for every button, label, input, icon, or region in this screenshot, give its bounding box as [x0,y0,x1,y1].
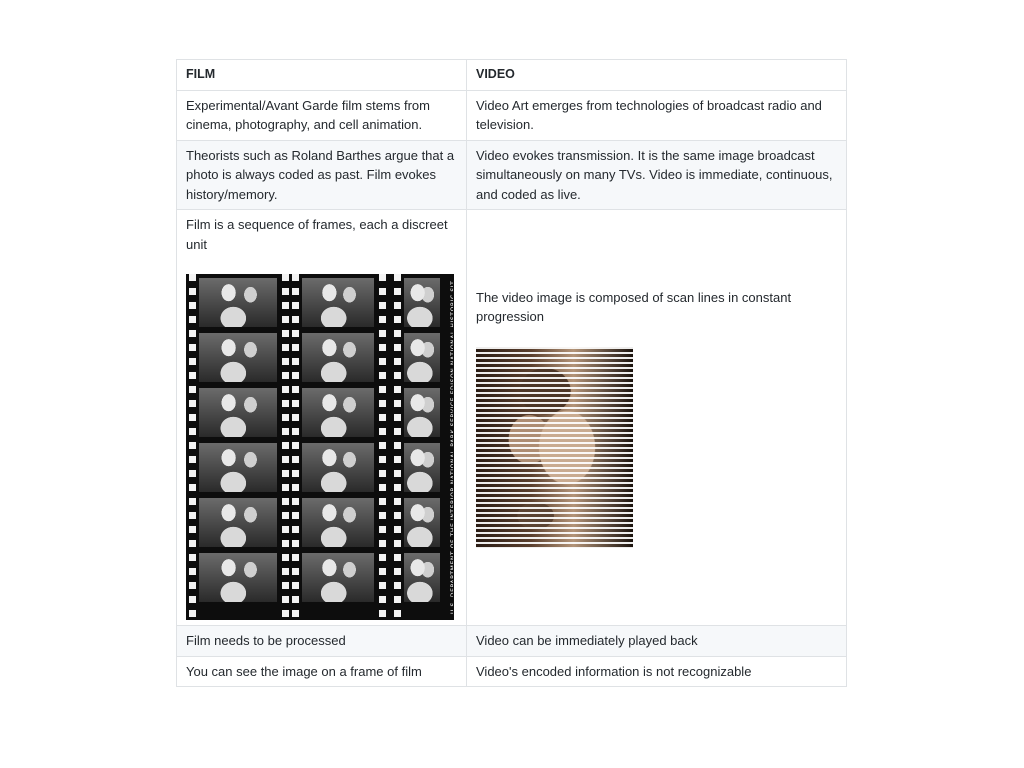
table-row: You can see the image on a frame of film… [176,655,847,687]
video-cell: Video can be immediately played back [466,625,847,657]
video-cell: Video's encoded information is not recog… [466,655,847,687]
table-header-row: FILM VIDEO [176,59,847,91]
table-row: Theorists such as Roland Barthes argue t… [176,139,847,210]
film-cell-text: Film is a sequence of frames, each a dis… [186,217,448,252]
film-perforations [379,274,386,620]
film-perforations [292,274,299,620]
table-row: Film needs to be processed Video can be … [176,625,847,657]
scan-line-portrait-image [476,346,633,548]
film-cell: Theorists such as Roland Barthes argue t… [176,139,467,210]
table-row: Experimental/Avant Garde film stems from… [176,89,847,141]
film-frames [199,278,277,616]
film-strip-image: U.S. DEPARTMENT OF THE INTERIOR NATIONAL… [186,274,454,620]
video-cell: Video Art emerges from technologies of b… [466,89,847,141]
film-frames [404,278,440,616]
film-perforations [189,274,196,620]
film-cell: Experimental/Avant Garde film stems from… [176,89,467,141]
film-video-comparison-table: FILM VIDEO Experimental/Avant Garde film… [176,59,847,687]
film-cell: Film is a sequence of frames, each a dis… [176,209,467,626]
video-cell: Video evokes transmission. It is the sam… [466,139,847,210]
film-frames [302,278,374,616]
video-cell-text: The video image is composed of scan line… [476,289,792,325]
film-cell: You can see the image on a frame of film [176,655,467,687]
film-perforations [394,274,401,620]
table-row: Film is a sequence of frames, each a dis… [176,209,847,626]
video-column-header: VIDEO [466,59,847,91]
film-column-header: FILM [176,59,467,91]
video-cell: The video image is composed of scan line… [466,209,847,626]
film-perforations [282,274,289,620]
film-cell: Film needs to be processed [176,625,467,657]
film-image-caption: U.S. DEPARTMENT OF THE INTERIOR NATIONAL… [450,280,453,614]
